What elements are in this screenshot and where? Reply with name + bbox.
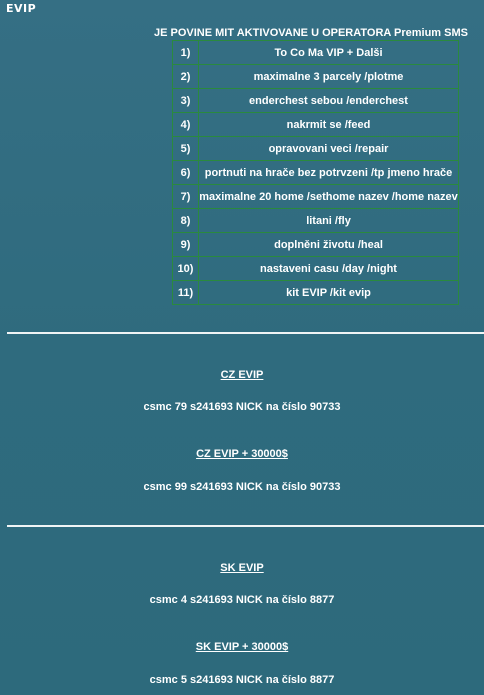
table-row: 11) kit EVIP /kit evip (172, 280, 459, 305)
command-text: litani /fly (198, 208, 459, 233)
table-row: 9) doplněni životu /heal (172, 232, 459, 257)
row-number: 7) (172, 184, 199, 209)
row-number: 9) (172, 232, 199, 257)
sk-evip-sms-text: csmc 4 s241693 NICK na číslo 8877 (149, 594, 335, 606)
row-number: 5) (172, 136, 199, 161)
cz-evip-plus-link[interactable]: CZ EVIP + 30000$ (0, 448, 484, 460)
command-text: To Co Ma VIP + Dalši (198, 40, 459, 65)
row-number: 2) (172, 64, 199, 89)
premium-sms-heading: JE POVINE MIT AKTIVOVANE U OPERATORA Pre… (154, 27, 468, 39)
row-number: 11) (172, 280, 199, 305)
table-row: 4) nakrmit se /feed (172, 112, 459, 137)
table-row: 2) maximalne 3 parcely /plotme (172, 64, 459, 89)
command-text: nastaveni casu /day /night (198, 256, 459, 281)
cz-evip-link[interactable]: CZ EVIP (0, 369, 484, 381)
table-row: 3) enderchest sebou /enderchest (172, 88, 459, 113)
command-text: portnuti na hrače bez potrvzeni /tp jmen… (198, 160, 459, 185)
row-number: 4) (172, 112, 199, 137)
row-number: 3) (172, 88, 199, 113)
command-text: doplněni životu /heal (198, 232, 459, 257)
commands-table: 1) To Co Ma VIP + Dalši 2) maximalne 3 par… (172, 40, 459, 305)
row-number: 6) (172, 160, 199, 185)
command-text: kit EVIP /kit evip (198, 280, 459, 305)
sk-evip-plus-sms-text: csmc 5 s241693 NICK na číslo 8877 (149, 674, 335, 686)
command-text: opravovani veci /repair (198, 136, 459, 161)
command-text: nakrmit se /feed (198, 112, 459, 137)
divider (7, 525, 484, 527)
table-row: 8) litani /fly (172, 208, 459, 233)
divider (7, 332, 484, 334)
sk-evip-link[interactable]: SK EVIP (0, 562, 484, 574)
cz-evip-plus-sms-text: csmc 99 s241693 NICK na číslo 90733 (143, 481, 341, 493)
sk-evip-plus-link[interactable]: SK EVIP + 30000$ (0, 641, 484, 653)
command-text: enderchest sebou /enderchest (198, 88, 459, 113)
table-row: 10) nastaveni casu /day /night (172, 256, 459, 281)
cz-evip-sms-text: csmc 79 s241693 NICK na číslo 90733 (143, 401, 341, 413)
table-row: 6) portnuti na hrače bez potrvzeni /tp jm… (172, 160, 459, 185)
table-row: 1) To Co Ma VIP + Dalši (172, 40, 459, 65)
command-text: maximalne 3 parcely /plotme (198, 64, 459, 89)
row-number: 10) (172, 256, 199, 281)
row-number: 1) (172, 40, 199, 65)
command-text: maximalne 20 home /sethome nazev /home n… (198, 184, 459, 209)
table-row: 5) opravovani veci /repair (172, 136, 459, 161)
evip-logo: EVIP (6, 2, 37, 15)
row-number: 8) (172, 208, 199, 233)
table-row: 7) maximalne 20 home /sethome nazev /home… (172, 184, 459, 209)
